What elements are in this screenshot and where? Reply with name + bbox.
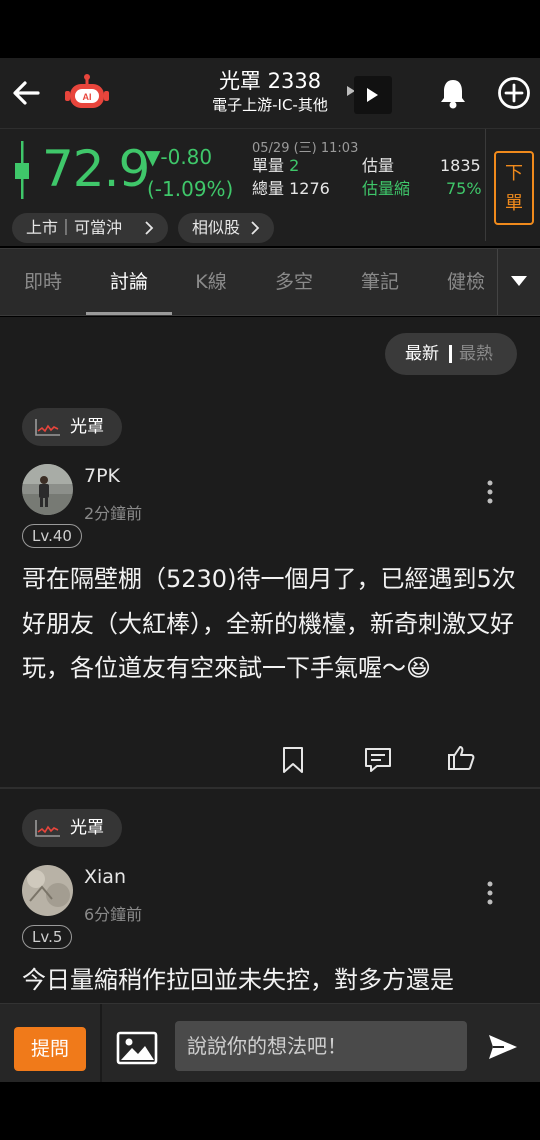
order-button-label-1: 下 <box>505 163 523 184</box>
plus-circle-icon <box>498 77 530 109</box>
more-options-icon[interactable] <box>480 880 500 906</box>
sort-toggle[interactable]: 最新 最熱 <box>385 333 517 375</box>
single-volume: 單量 2 <box>252 155 299 177</box>
chevron-right-icon <box>251 221 260 235</box>
tab-bar: 即時 討論 K線 多空 筆記 健檢 <box>0 248 540 316</box>
stock-chart-icon <box>35 419 60 436</box>
stock-tag[interactable]: 光罩 <box>22 809 122 847</box>
send-icon[interactable] <box>486 1032 520 1062</box>
similar-stocks-label: 相似股 <box>192 218 241 237</box>
back-arrow-icon <box>13 81 40 105</box>
comment-input[interactable] <box>175 1021 467 1071</box>
svg-text:AI: AI <box>83 92 92 102</box>
stock-chart-icon <box>35 820 60 837</box>
total-volume-value: 1276 <box>289 179 330 198</box>
play-icon <box>347 76 392 114</box>
bottom-input-bar: 提問 <box>0 1003 540 1083</box>
tab-kline[interactable]: K線 <box>168 249 254 315</box>
similar-stocks-tag[interactable]: 相似股 <box>178 213 274 243</box>
stock-tag-label: 光罩 <box>70 818 104 838</box>
ask-question-button[interactable]: 提問 <box>14 1027 86 1071</box>
discussion-feed: 最新 最熱 光罩 7PK 2分鐘前 Lv.40 哥在隔壁棚（5230)待一個月了… <box>0 317 540 1003</box>
sort-divider <box>449 345 452 363</box>
market-tag[interactable]: 上市｜可當沖 <box>12 213 168 243</box>
stock-tag[interactable]: 光罩 <box>22 408 122 446</box>
price-change-percent: (-1.09%) <box>147 177 234 201</box>
sort-hottest[interactable]: 最熱 <box>459 333 493 375</box>
image-upload-icon[interactable] <box>116 1031 158 1065</box>
market-tag-label: 上市｜可當沖 <box>26 218 123 237</box>
level-badge: Lv.40 <box>22 524 82 548</box>
play-button[interactable] <box>344 74 394 114</box>
post-time: 2分鐘前 <box>84 504 143 523</box>
top-bar: AI 光罩 2338 電子上游-IC-其他 <box>0 58 540 128</box>
avatar[interactable] <box>22 865 73 916</box>
tab-more-button[interactable] <box>497 249 540 315</box>
add-button[interactable] <box>496 75 532 111</box>
ai-assistant-button[interactable]: AI <box>64 72 110 114</box>
page-subtitle: 電子上游-IC-其他 <box>212 96 328 114</box>
est-volume-label: 估量 <box>362 156 395 175</box>
more-options-icon[interactable] <box>480 479 500 505</box>
notification-button[interactable] <box>436 76 470 110</box>
tab-discussion[interactable]: 討論 <box>86 249 172 315</box>
tab-notes[interactable]: 筆記 <box>337 249 423 315</box>
back-button[interactable] <box>10 76 44 110</box>
quote-divider <box>485 129 486 241</box>
single-volume-label: 單量 <box>252 156 285 175</box>
username[interactable]: 7PK <box>84 465 120 487</box>
tab-long-short[interactable]: 多空 <box>251 249 337 315</box>
user-photo-icon <box>22 865 73 916</box>
order-button-label-2: 單 <box>505 193 523 214</box>
chevron-right-icon <box>145 221 154 235</box>
single-volume-value: 2 <box>289 156 300 175</box>
user-photo-icon <box>22 464 73 515</box>
like-icon[interactable] <box>446 743 476 773</box>
est-shrink-value: 75% <box>446 179 482 198</box>
post-time: 6分鐘前 <box>84 905 143 924</box>
status-bar <box>0 0 540 58</box>
stock-tag-label: 光罩 <box>70 417 104 437</box>
sort-newest[interactable]: 最新 <box>405 333 439 375</box>
post-content: 哥在隔壁棚（5230)待一個月了，已經遇到5次好朋友（大紅棒），全新的機檯，新奇… <box>22 565 516 682</box>
candle-icon <box>15 141 29 199</box>
est-shrink-label: 估量縮 <box>362 179 411 198</box>
page-title: 光罩 2338 <box>218 69 322 93</box>
bell-icon <box>441 80 465 109</box>
bookmark-icon[interactable] <box>278 745 308 775</box>
total-volume-label: 總量 <box>252 179 285 198</box>
est-volume-value: 1835 <box>440 156 481 175</box>
price-value: 72.9 <box>42 140 150 198</box>
triangle-down-icon <box>511 276 527 286</box>
order-button[interactable]: 下 單 <box>494 151 534 225</box>
comment-icon[interactable] <box>363 745 393 775</box>
system-navigation-bar <box>0 1082 540 1140</box>
quote-panel: 72.9 ▼-0.80 (-1.09%) 05/29 (三) 11:03 單量 … <box>0 128 540 246</box>
avatar[interactable] <box>22 464 73 515</box>
post-divider <box>0 787 540 789</box>
active-tab-indicator <box>86 312 172 315</box>
quote-time: 05/29 (三) 11:03 <box>252 141 359 156</box>
level-badge: Lv.5 <box>22 925 73 949</box>
tab-realtime[interactable]: 即時 <box>0 249 86 315</box>
price-change: ▼-0.80 <box>145 145 213 169</box>
ai-robot-icon: AI <box>65 74 109 108</box>
total-volume: 總量 1276 <box>252 178 330 200</box>
username[interactable]: Xian <box>84 866 126 888</box>
bottom-divider <box>100 1004 102 1083</box>
post-content: 今日量縮稍作拉回並未失控，對多方還是 <box>22 966 454 994</box>
